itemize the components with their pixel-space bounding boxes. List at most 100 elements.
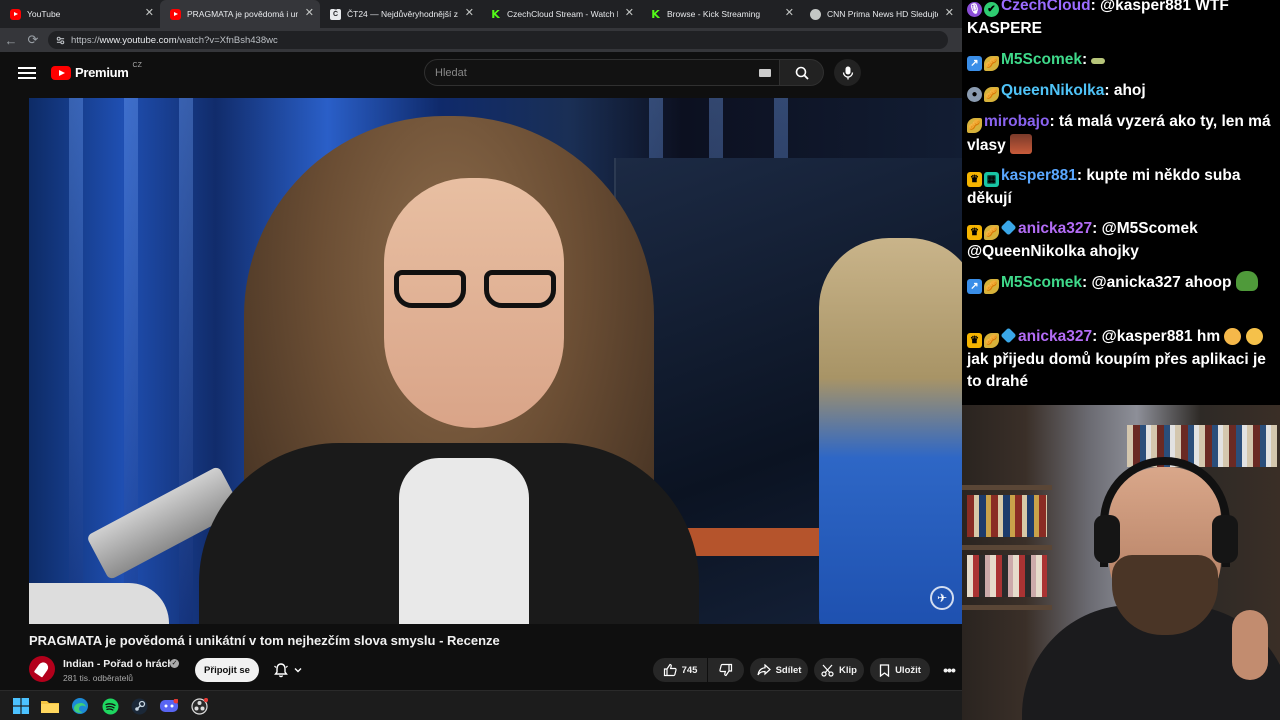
nut-badge-icon: 🥜 (967, 118, 982, 133)
steam-icon[interactable] (129, 696, 149, 716)
bookshelf-books (967, 555, 1047, 597)
channel-watermark-icon[interactable]: ✈ (930, 586, 954, 610)
like-button[interactable]: 745 (653, 658, 707, 682)
headphone-earcup (1212, 515, 1238, 563)
spotify-icon[interactable] (100, 696, 120, 716)
bookshelf-shelf (962, 485, 1052, 490)
shield-badge-icon: ✔ (984, 2, 999, 17)
nut-badge-icon: 🥜 (984, 279, 999, 294)
grey-badge-icon: ● (967, 87, 982, 102)
chat-username[interactable]: CzechCloud (1001, 0, 1091, 14)
video-player[interactable]: ✈ (29, 98, 962, 624)
like-count: 745 (681, 664, 698, 676)
youtube-icon (10, 8, 21, 20)
clip-button[interactable]: Klip (814, 658, 864, 682)
save-label: Uložit (895, 664, 921, 676)
chat-message: ↗ 🥜 M5Scomek: (967, 49, 1275, 72)
tab-kick-browse[interactable]: K Browse - Kick Streaming ✕ (640, 0, 800, 28)
close-icon[interactable]: ✕ (145, 7, 154, 19)
more-actions-icon[interactable]: ••• (936, 658, 962, 682)
voice-search-button[interactable] (834, 59, 861, 86)
crown-badge-icon: ♛ (967, 333, 982, 348)
video-title: PRAGMATA je povědomá i unikátní v tom ne… (29, 633, 500, 648)
bookshelf-books (967, 495, 1047, 537)
tab-label: Browse - Kick Streaming (667, 9, 761, 19)
face-emote-icon (1010, 133, 1033, 154)
phone-badge-icon: ▦ (984, 172, 999, 187)
chat-username[interactable]: M5Scomek (1001, 51, 1082, 68)
close-icon[interactable]: ✕ (305, 7, 314, 19)
close-icon[interactable]: ✕ (625, 7, 634, 19)
arrow-badge-icon: ↗ (967, 56, 982, 71)
chat-text: ahoj (1113, 82, 1146, 99)
notifications-button[interactable] (265, 658, 311, 682)
save-button[interactable]: Uložit (870, 658, 930, 682)
edge-browser-icon[interactable] (70, 696, 90, 716)
chat-message: ● 🥜 QueenNikolka: ahoj (967, 80, 1275, 103)
tab-cnn-prima[interactable]: CNN Prima News HD Sledujte na ✕ (800, 0, 960, 28)
windows-start-icon[interactable] (11, 696, 31, 716)
search-input[interactable]: Hledat (424, 59, 780, 86)
hamburger-menu-icon[interactable] (18, 64, 36, 80)
tab-ct24[interactable]: Č ČT24 — Nejdůvěryhodnější zpravo ✕ (320, 0, 480, 28)
address-bar-row: ← ⟳ https://www.youtube.com/watch?v=XfnB… (0, 28, 962, 52)
search-icon (795, 66, 809, 80)
arrow-badge-icon: ↗ (967, 279, 982, 294)
close-icon[interactable]: ✕ (945, 7, 954, 19)
nut-badge-icon: 🥜 (984, 225, 999, 240)
dislike-button[interactable] (708, 658, 744, 682)
tab-czechcloud[interactable]: K CzechCloud Stream - Watch Live o ✕ (480, 0, 640, 28)
verified-check-icon: ✓ (170, 659, 179, 668)
site-info-icon[interactable] (56, 36, 65, 45)
join-button[interactable]: Připojit se (195, 658, 259, 682)
video-frame-curtain (179, 98, 193, 624)
url-field[interactable]: https://www.youtube.com/watch?v=XfnBsh43… (48, 31, 948, 49)
close-icon[interactable]: ✕ (465, 7, 474, 19)
channel-name[interactable]: Indian - Pořad o hrách (63, 658, 174, 670)
clip-label: Klip (839, 664, 857, 676)
keyboard-icon[interactable] (759, 69, 771, 77)
chat-username[interactable]: anicka327 (1018, 328, 1092, 345)
search-button[interactable] (780, 59, 824, 86)
video-frame-desk (29, 583, 169, 624)
youtube-play-logo-icon (51, 65, 71, 80)
tab-label: CNN Prima News HD Sledujte na (827, 9, 938, 19)
ct24-icon: Č (330, 8, 341, 20)
back-arrow-icon[interactable]: ← (0, 29, 22, 51)
cnn-icon (810, 8, 821, 20)
chat-username[interactable]: anicka327 (1018, 220, 1092, 237)
close-icon[interactable]: ✕ (785, 7, 794, 19)
obs-icon[interactable] (189, 696, 209, 716)
reload-icon[interactable]: ⟳ (22, 29, 44, 51)
chat-username[interactable]: mirobajo (984, 113, 1049, 130)
tab-label: ČT24 — Nejdůvěryhodnější zpravo (347, 9, 458, 19)
search-bar: Hledat (424, 59, 824, 86)
youtube-header: Premium CZ Hledat (0, 52, 962, 94)
chat-username[interactable]: QueenNikolka (1001, 82, 1104, 99)
chat-username[interactable]: kasper881 (1001, 167, 1077, 184)
subscriber-count: 281 tis. odběratelů (63, 673, 133, 683)
browser-tab-bar: YouTube ✕ PRAGMATA je povědomá i unikátn… (0, 0, 962, 28)
streamer-hand (1232, 610, 1268, 680)
share-icon (756, 664, 771, 676)
video-frame-curtain (69, 98, 83, 624)
video-frame-game-character (819, 238, 962, 624)
nut-badge-icon: 🥜 (984, 56, 999, 71)
file-explorer-icon[interactable] (40, 696, 60, 716)
youtube-premium-logo[interactable]: Premium CZ (51, 62, 142, 80)
mic-badge-icon: 🎙 (967, 2, 982, 17)
chat-username[interactable]: M5Scomek (1001, 274, 1082, 291)
bookmark-icon (879, 663, 890, 677)
chat-text: @anicka327 ahoop (1091, 274, 1232, 291)
thinking-emote-icon (1224, 328, 1242, 345)
tab-label: CzechCloud Stream - Watch Live o (507, 9, 618, 19)
streamer-webcam (962, 405, 1280, 720)
tab-pragmata[interactable]: PRAGMATA je povědomá i unikátní ✕ (160, 0, 320, 28)
crown-badge-icon: ♛ (967, 172, 982, 187)
discord-icon[interactable] (159, 696, 179, 716)
channel-avatar[interactable] (29, 656, 55, 682)
share-button[interactable]: Sdílet (750, 658, 808, 682)
thumbs-up-icon (663, 663, 677, 677)
tab-youtube[interactable]: YouTube ✕ (0, 0, 160, 28)
cube-badge-icon (1000, 219, 1017, 236)
